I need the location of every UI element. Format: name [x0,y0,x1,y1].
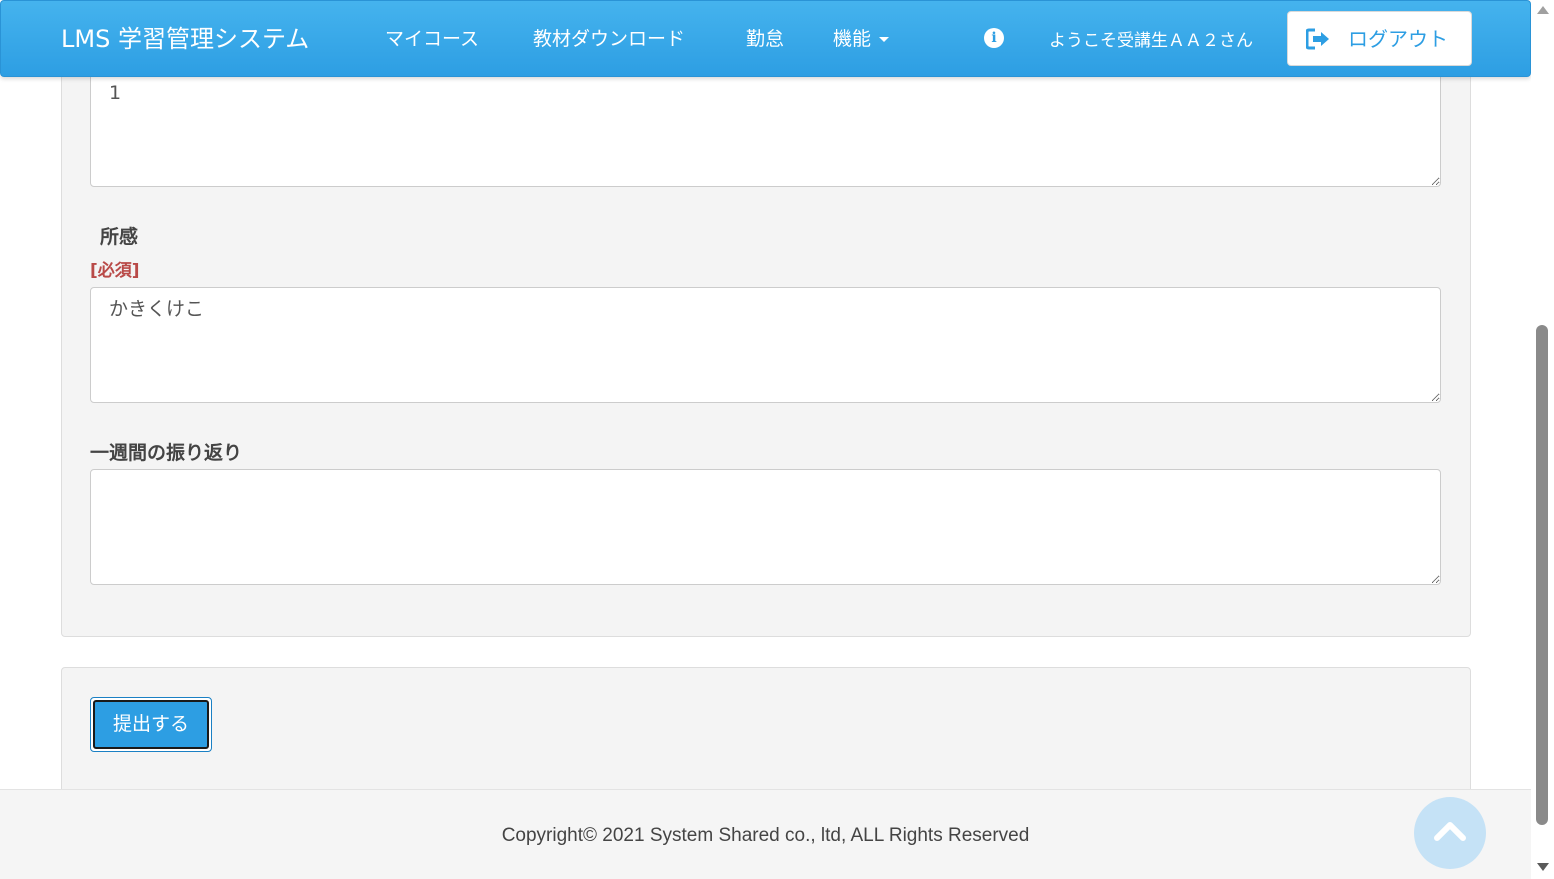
nav-function-label: 機能 [833,28,872,50]
chevron-up-icon [1434,822,1466,841]
scroll-down-arrow-icon[interactable] [1537,863,1549,871]
shokan-label: 所感 [100,226,139,248]
copyright-text: Copyright© 2021 System Shared co., ltd, … [501,825,1030,846]
nav-attendance[interactable]: 勤怠 [746,25,784,53]
page: 1 所感 [必須] かきくけこ 一週間の振り返り 提出する Copyright©… [0,0,1554,879]
logout-icon [1306,28,1329,50]
nav-material-download[interactable]: 教材ダウンロード [533,25,685,53]
welcome-message: ようこそ受講生ＡＡ２さん [1049,31,1253,51]
footer: Copyright© 2021 System Shared co., ltd, … [0,789,1531,879]
submit-button-label: 提出する [93,700,209,749]
navbar: LMS 学習管理システム マイコース 教材ダウンロード 勤怠 機能 i ようこそ… [0,0,1531,77]
nav-function-dropdown[interactable]: 機能 [833,25,890,53]
nav-my-course[interactable]: マイコース [385,25,479,53]
caret-down-icon [879,37,890,42]
logout-button[interactable]: ログアウト [1287,11,1472,66]
brand-title[interactable]: LMS 学習管理システム [61,21,309,57]
scroll-to-top-button[interactable] [1414,797,1486,869]
weekly-review-label: 一週間の振り返り [90,442,243,464]
submit-button[interactable]: 提出する [90,697,212,752]
logout-label: ログアウト [1348,27,1448,51]
scroll-up-arrow-icon[interactable] [1537,6,1549,14]
report-field-textarea[interactable]: 1 [90,71,1441,187]
page-scrollbar[interactable] [1531,0,1554,879]
required-badge: [必須] [90,261,140,281]
weekly-review-textarea[interactable] [90,469,1441,585]
scrollbar-thumb[interactable] [1536,325,1548,825]
info-icon[interactable]: i [984,28,1004,48]
shokan-textarea[interactable]: かきくけこ [90,287,1441,403]
